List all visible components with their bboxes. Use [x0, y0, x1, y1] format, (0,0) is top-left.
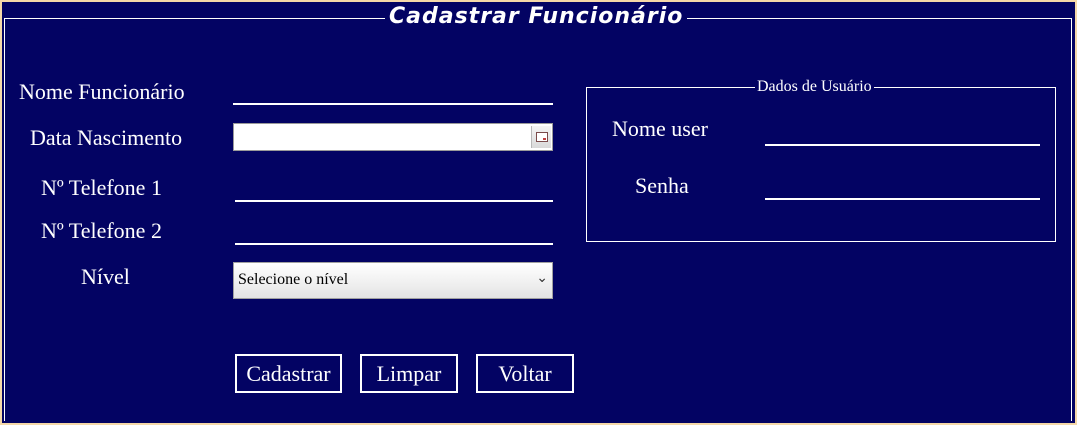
label-telefone-1: Nº Telefone 1 [41, 175, 162, 200]
form-title: Cadastrar Funcionário [385, 4, 688, 29]
label-senha: Senha [635, 173, 689, 198]
telefone-1-input[interactable] [235, 174, 553, 202]
telefone-2-input[interactable] [235, 217, 553, 245]
user-data-legend: Dados de Usuário [755, 78, 874, 96]
label-nome-user: Nome user [612, 116, 708, 141]
label-data-nascimento: Data Nascimento [30, 125, 183, 150]
nivel-select[interactable]: Selecione o nível ⌄ [233, 262, 553, 299]
label-nome-funcionario: Nome Funcionário [19, 79, 185, 104]
nivel-select-value: Selecione o nível [238, 271, 349, 288]
cadastrar-button[interactable]: Cadastrar [235, 354, 342, 393]
senha-input[interactable] [765, 172, 1040, 200]
nome-user-input[interactable] [765, 118, 1040, 146]
voltar-button[interactable]: Voltar [476, 354, 574, 393]
data-nascimento-input[interactable] [233, 123, 553, 151]
nome-funcionario-input[interactable] [233, 77, 553, 105]
user-data-fieldset [586, 87, 1056, 242]
label-nivel: Nível [81, 264, 130, 289]
date-picker-button[interactable] [531, 126, 551, 148]
limpar-button[interactable]: Limpar [360, 354, 458, 393]
calendar-icon [536, 132, 548, 142]
label-telefone-2: Nº Telefone 2 [41, 218, 162, 243]
chevron-down-icon: ⌄ [536, 270, 548, 286]
